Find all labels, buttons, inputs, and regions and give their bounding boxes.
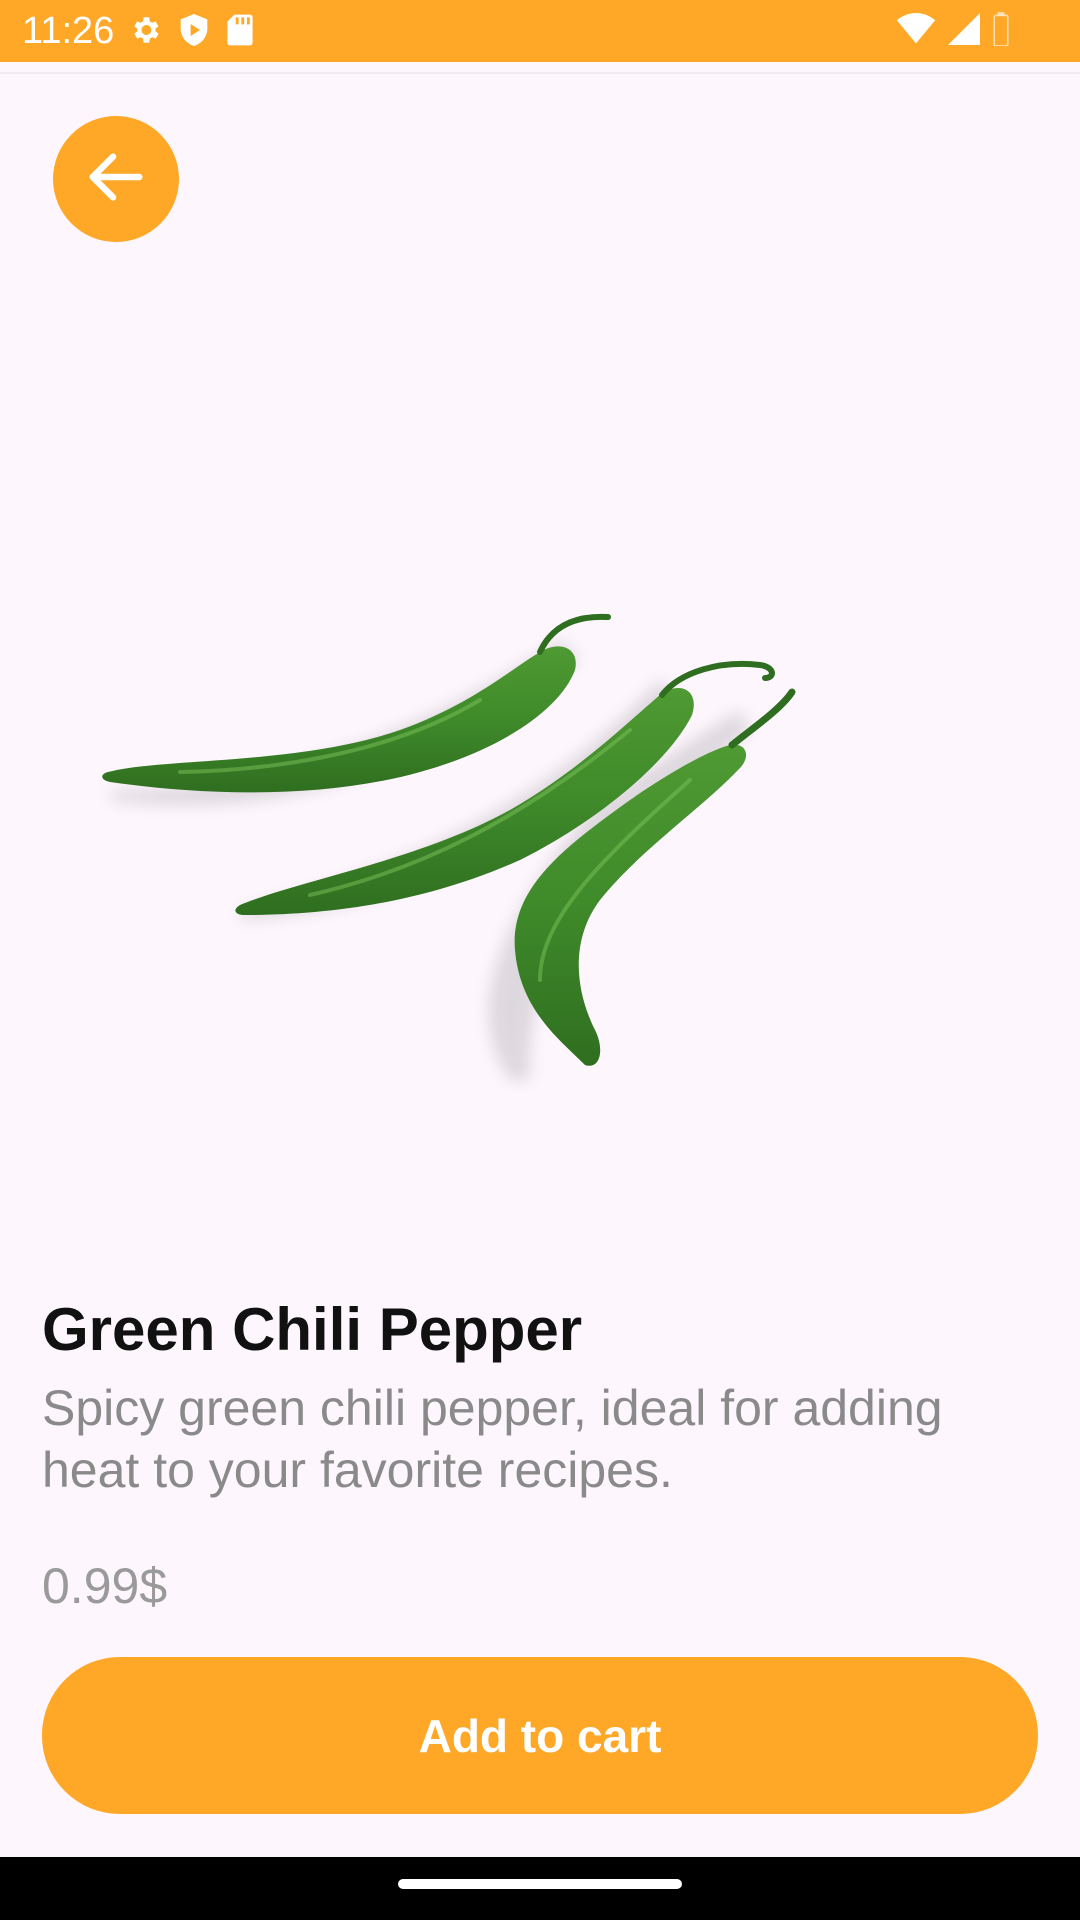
wifi-icon: [896, 13, 936, 50]
product-description: Spicy green chili pepper, ideal for addi…: [42, 1380, 943, 1498]
status-icons-left: [128, 12, 254, 53]
shield-play-icon: [178, 12, 210, 53]
back-button[interactable]: [53, 116, 179, 242]
status-icons-right: [896, 12, 1010, 51]
status-bar: 11:26: [0, 0, 1080, 62]
arrow-left-icon: [81, 142, 151, 217]
home-indicator[interactable]: [398, 1879, 682, 1889]
header-divider: [0, 72, 1080, 74]
sd-card-icon: [226, 13, 254, 52]
status-time: 11:26: [22, 10, 115, 52]
product-image: [40, 560, 880, 1120]
product-price: 0.99$: [42, 1558, 168, 1614]
battery-icon: [992, 12, 1010, 51]
pepper-1: [102, 646, 576, 793]
signal-icon: [948, 13, 980, 50]
product-name: Green Chili Pepper: [42, 1296, 583, 1363]
add-to-cart-button[interactable]: Add to cart: [42, 1657, 1038, 1814]
system-nav-bar: [0, 1857, 1080, 1920]
gear-icon: [128, 13, 162, 52]
